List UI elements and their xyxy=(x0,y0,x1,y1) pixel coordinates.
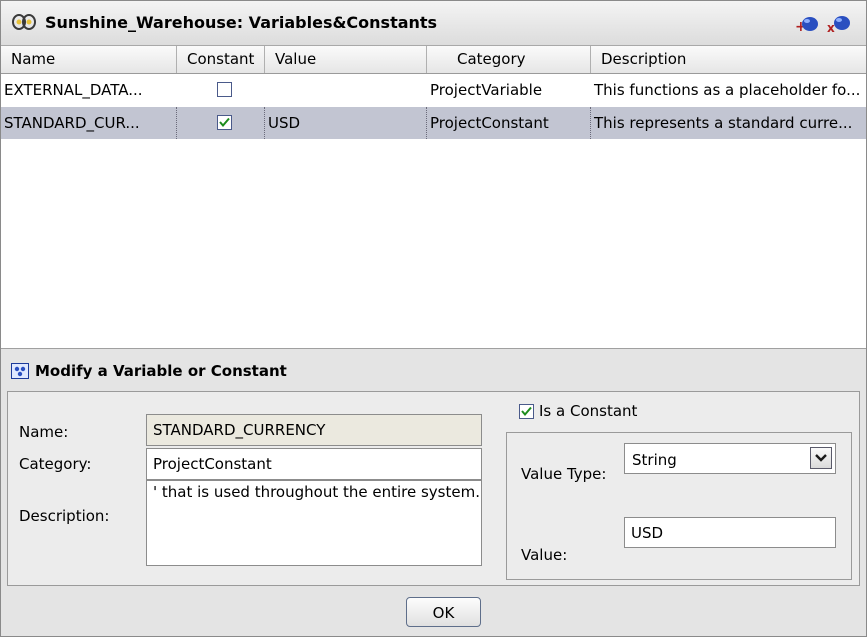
value-type-select[interactable]: String xyxy=(624,443,836,474)
cell-name: EXTERNAL_DATA... xyxy=(4,81,143,99)
cell-name: STANDARD_CUR... xyxy=(1,107,177,139)
chevron-down-icon xyxy=(815,454,827,462)
button-bar: OK xyxy=(1,587,866,636)
section-title: Modify a Variable or Constant xyxy=(35,362,287,380)
constant-checkbox[interactable] xyxy=(217,115,232,130)
variables-dialog: Sunshine_Warehouse: Variables&Constants … xyxy=(0,0,867,637)
dropdown-button[interactable] xyxy=(810,447,832,469)
add-variable-button[interactable]: + xyxy=(794,10,820,36)
add-blob-icon: + xyxy=(795,17,818,35)
cell-constant xyxy=(177,74,265,106)
table-row[interactable]: STANDARD_CUR... USD ProjectConstant This… xyxy=(1,107,866,139)
cell-category: ProjectVariable xyxy=(430,81,543,99)
cell-category: ProjectConstant xyxy=(427,107,591,139)
section-header: Modify a Variable or Constant xyxy=(1,349,866,391)
category-label: Category: xyxy=(19,455,92,473)
remove-variable-button[interactable]: x xyxy=(826,10,852,36)
column-header-constant[interactable]: Constant xyxy=(177,46,265,73)
link-chain-icon xyxy=(11,11,37,37)
svg-text:x: x xyxy=(827,21,835,35)
checkmark-icon xyxy=(521,406,532,417)
value-group: Value Type: String Value: USD xyxy=(506,432,852,580)
value-type-label: Value Type: xyxy=(521,465,607,483)
constant-checkbox[interactable] xyxy=(217,82,232,97)
cell-value xyxy=(265,74,427,106)
is-constant-checkbox[interactable] xyxy=(519,404,534,419)
column-header-category[interactable]: Category xyxy=(427,46,591,73)
is-constant-label: Is a Constant xyxy=(539,402,638,420)
title-bar: Sunshine_Warehouse: Variables&Constants … xyxy=(1,1,866,46)
window-title: Sunshine_Warehouse: Variables&Constants xyxy=(45,13,438,32)
column-header-name[interactable]: Name xyxy=(1,46,177,73)
checkmark-icon xyxy=(219,117,230,128)
cell-description: This represents a standard curre... xyxy=(594,114,853,132)
cell-constant xyxy=(177,107,265,139)
column-header-value[interactable]: Value xyxy=(265,46,427,73)
column-header-description[interactable]: Description xyxy=(591,46,866,73)
value-field[interactable]: USD xyxy=(624,517,836,548)
table-row[interactable]: EXTERNAL_DATA... ProjectVariable This fu… xyxy=(1,74,866,106)
name-label: Name: xyxy=(19,423,69,441)
name-field[interactable]: STANDARD_CURRENCY xyxy=(146,414,482,446)
description-field[interactable]: ' that is used throughout the entire sys… xyxy=(146,480,482,566)
description-label: Description: xyxy=(19,507,110,525)
cell-description: This functions as a placeholder fo... xyxy=(594,81,861,99)
variables-table: Name Constant Value Category Description… xyxy=(1,46,866,349)
modify-form: Name: STANDARD_CURRENCY Category: Projec… xyxy=(7,391,860,586)
cell-value: USD xyxy=(265,107,427,139)
edit-variable-icon xyxy=(11,363,29,383)
table-header: Name Constant Value Category Description xyxy=(1,46,866,74)
value-type-selected: String xyxy=(632,451,677,469)
ok-button[interactable]: OK xyxy=(406,597,481,627)
category-field[interactable]: ProjectConstant xyxy=(146,448,482,480)
value-label: Value: xyxy=(521,546,568,564)
remove-blob-icon: x xyxy=(827,16,850,35)
